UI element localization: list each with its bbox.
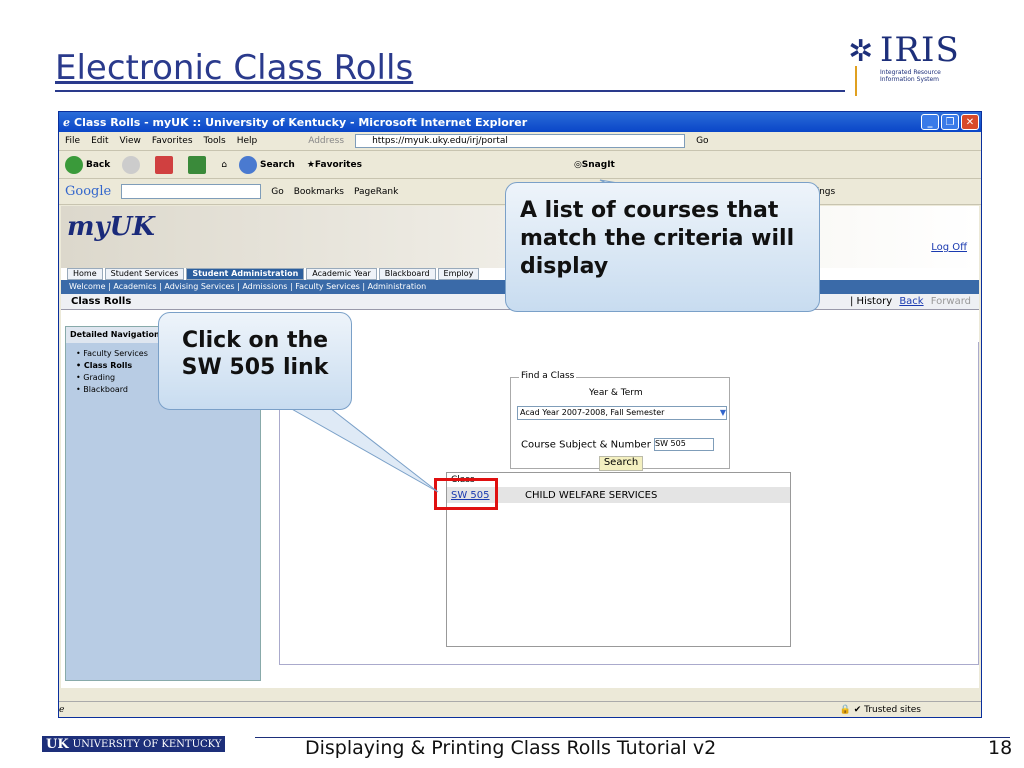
list-callout: A list of courses that match the criteri… <box>505 182 820 312</box>
footer-text: Displaying & Printing Class Rolls Tutori… <box>305 737 717 759</box>
uk-footer-logo-text: UNIVERSITY OF KENTUCKY <box>72 738 222 750</box>
uk-logo-mark: UK <box>46 736 69 752</box>
callout-pointers <box>288 179 661 493</box>
slide-number: 18 <box>988 737 1013 759</box>
click-callout: Click on the SW 505 link <box>158 312 352 410</box>
uk-footer-logo: UK UNIVERSITY OF KENTUCKY <box>42 736 226 752</box>
click-callout-pointer <box>288 407 439 493</box>
